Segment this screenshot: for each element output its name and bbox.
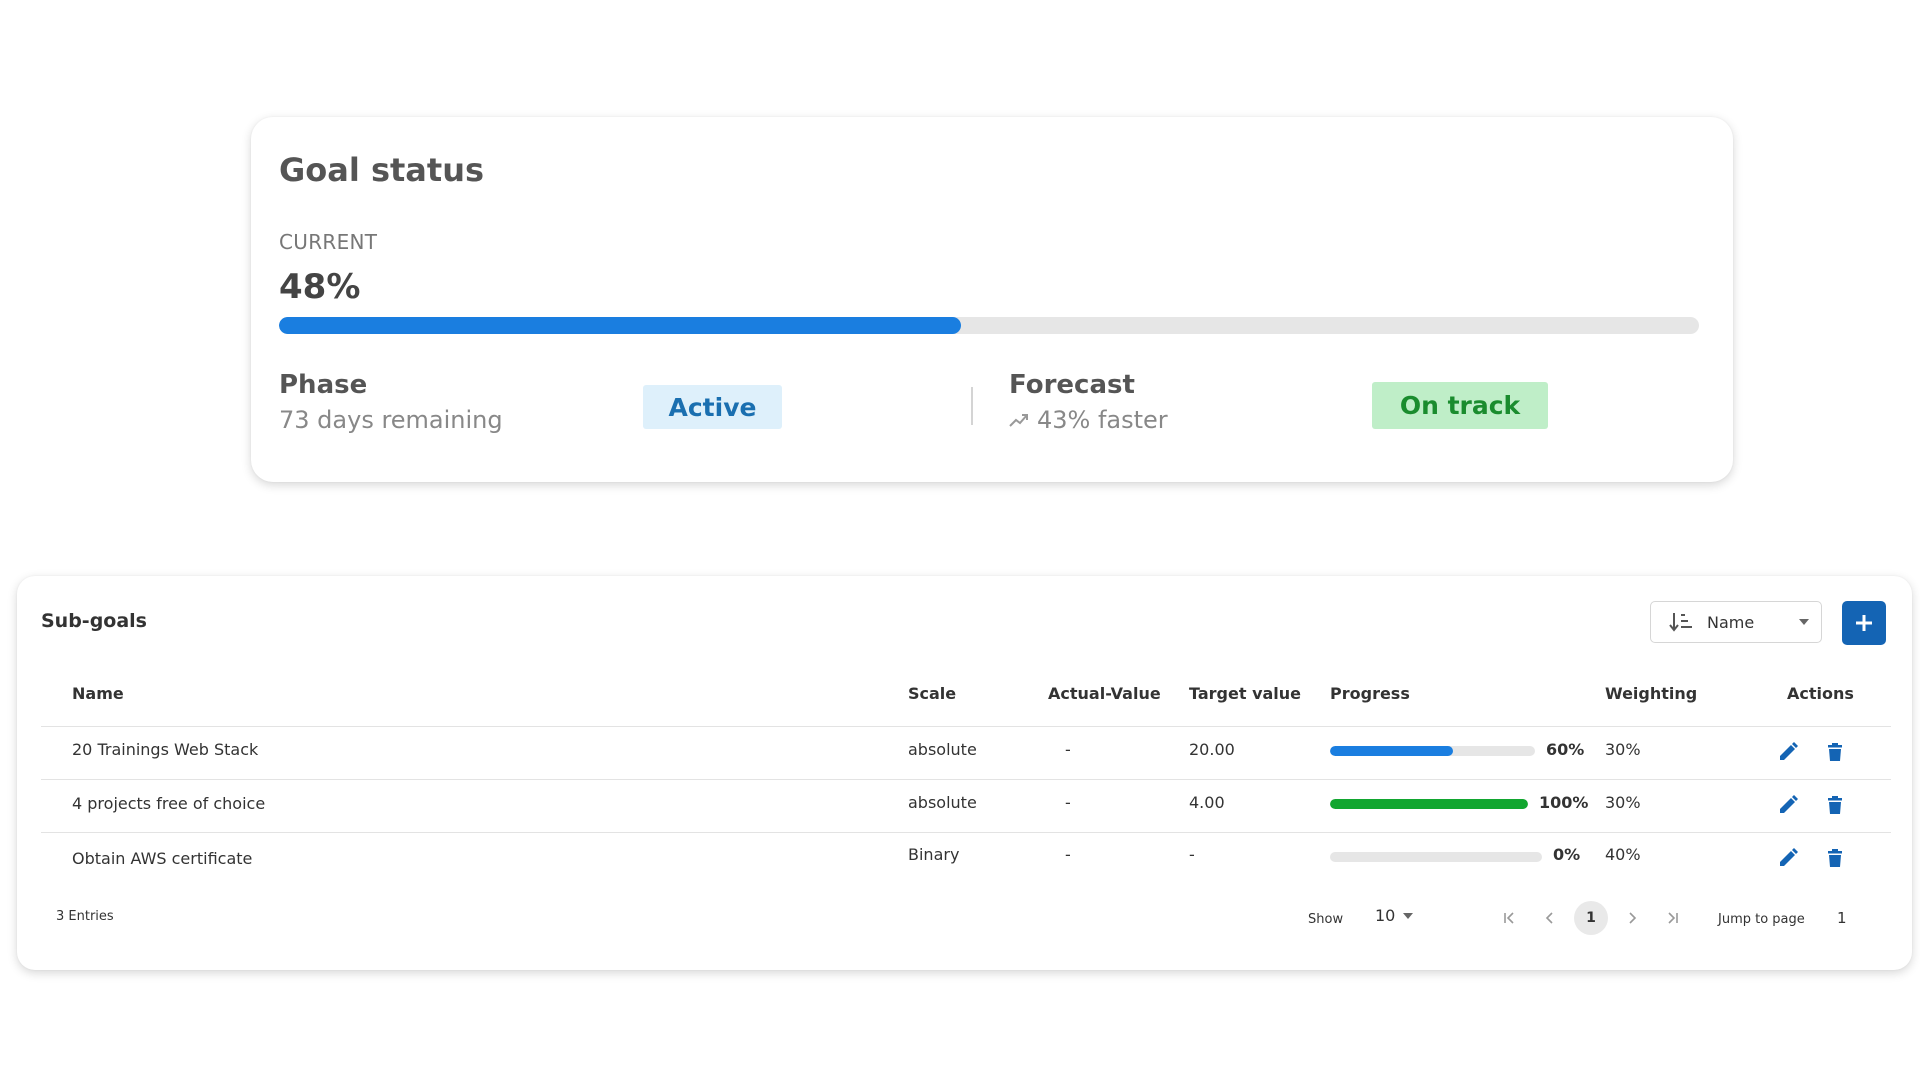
sort-selected-value: Name bbox=[1707, 612, 1755, 632]
last-page-button[interactable] bbox=[1656, 901, 1690, 935]
page-size-select[interactable]: 10 bbox=[1375, 906, 1414, 925]
subgoals-card: Sub-goals Name Name Scale Actual-Value T… bbox=[17, 576, 1912, 970]
subgoal-actual-value: - bbox=[1065, 845, 1071, 864]
subgoal-name: 4 projects free of choice bbox=[72, 794, 266, 813]
chevron-down-icon bbox=[1799, 619, 1809, 625]
forecast-value: 43% faster bbox=[1037, 406, 1168, 434]
trending-up-icon bbox=[1009, 414, 1028, 427]
trash-icon[interactable] bbox=[1824, 794, 1846, 816]
entries-count: 3 Entries bbox=[56, 909, 114, 924]
next-page-button[interactable] bbox=[1615, 901, 1649, 935]
subgoal-scale: Binary bbox=[908, 845, 960, 864]
column-header-actions: Actions bbox=[1787, 684, 1854, 703]
subgoal-progress-bar bbox=[1330, 852, 1542, 862]
subgoal-target-value: - bbox=[1189, 845, 1195, 864]
phase-days-remaining: 73 days remaining bbox=[279, 406, 503, 434]
phase-status-badge: Active bbox=[643, 385, 782, 429]
jump-to-page-label: Jump to page bbox=[1718, 912, 1805, 927]
subgoal-weighting: 30% bbox=[1605, 793, 1641, 812]
current-value: 48% bbox=[279, 267, 361, 307]
status-divider bbox=[971, 387, 973, 425]
plus-icon bbox=[1856, 615, 1872, 631]
goal-status-title: Goal status bbox=[279, 151, 485, 189]
pencil-icon[interactable] bbox=[1777, 847, 1799, 869]
subgoal-progress-fill bbox=[1330, 799, 1528, 809]
subgoal-weighting: 30% bbox=[1605, 740, 1641, 759]
subgoal-target-value: 20.00 bbox=[1189, 740, 1235, 759]
subgoal-progress-percent: 60% bbox=[1546, 740, 1585, 759]
subgoal-actual-value: - bbox=[1065, 793, 1071, 812]
column-header-weighting[interactable]: Weighting bbox=[1605, 684, 1697, 703]
chevron-down-icon bbox=[1403, 912, 1414, 919]
goal-progress-bar bbox=[279, 317, 1699, 334]
subgoals-title: Sub-goals bbox=[41, 610, 147, 632]
chevron-right-icon bbox=[1629, 912, 1637, 924]
pencil-icon[interactable] bbox=[1777, 794, 1799, 816]
add-subgoal-button[interactable] bbox=[1842, 601, 1886, 645]
last-page-icon bbox=[1668, 912, 1678, 924]
subgoal-progress-percent: 0% bbox=[1553, 845, 1581, 864]
first-page-button[interactable] bbox=[1492, 901, 1526, 935]
jump-to-page-input[interactable] bbox=[1837, 906, 1867, 930]
subgoal-progress-percent: 100% bbox=[1539, 793, 1589, 812]
forecast-status-badge: On track bbox=[1372, 382, 1548, 429]
sort-ascending-icon bbox=[1669, 613, 1692, 632]
table-row: 20 Trainings Web Stack absolute - 20.00 … bbox=[41, 726, 1891, 779]
sort-select[interactable]: Name bbox=[1650, 601, 1822, 643]
subgoal-actual-value: - bbox=[1065, 740, 1071, 759]
subgoal-scale: absolute bbox=[908, 740, 977, 759]
column-header-name[interactable]: Name bbox=[72, 684, 124, 703]
page-size-value: 10 bbox=[1375, 906, 1396, 925]
forecast-subtitle: 43% faster bbox=[1009, 406, 1168, 434]
trash-icon[interactable] bbox=[1824, 847, 1846, 869]
subgoal-scale: absolute bbox=[908, 793, 977, 812]
trash-icon[interactable] bbox=[1824, 741, 1846, 763]
current-page-button[interactable]: 1 bbox=[1574, 901, 1608, 935]
subgoal-name: Obtain AWS certificate bbox=[72, 849, 253, 868]
previous-page-button[interactable] bbox=[1533, 901, 1567, 935]
column-header-progress[interactable]: Progress bbox=[1330, 684, 1410, 703]
pencil-icon[interactable] bbox=[1777, 741, 1799, 763]
column-header-scale[interactable]: Scale bbox=[908, 684, 956, 703]
column-header-target-value[interactable]: Target value bbox=[1189, 684, 1301, 703]
column-header-actual-value[interactable]: Actual-Value bbox=[1048, 684, 1161, 703]
table-row: 4 projects free of choice absolute - 4.0… bbox=[41, 779, 1891, 832]
first-page-icon bbox=[1504, 912, 1514, 924]
goal-progress-fill bbox=[279, 317, 961, 334]
table-row: Obtain AWS certificate Binary - - 0% 40% bbox=[41, 832, 1891, 885]
current-label: CURRENT bbox=[279, 230, 378, 254]
subgoal-progress-bar bbox=[1330, 799, 1528, 809]
subgoal-name: 20 Trainings Web Stack bbox=[72, 740, 259, 759]
chevron-left-icon bbox=[1545, 912, 1553, 924]
subgoal-progress-fill bbox=[1330, 746, 1453, 756]
subgoal-target-value: 4.00 bbox=[1189, 793, 1225, 812]
subgoal-progress-bar bbox=[1330, 746, 1535, 756]
page-size-label: Show bbox=[1308, 912, 1344, 927]
goal-status-card: Goal status CURRENT 48% Phase 73 days re… bbox=[251, 117, 1733, 482]
subgoal-weighting: 40% bbox=[1605, 845, 1641, 864]
phase-title: Phase bbox=[279, 370, 368, 400]
forecast-title: Forecast bbox=[1009, 370, 1135, 400]
